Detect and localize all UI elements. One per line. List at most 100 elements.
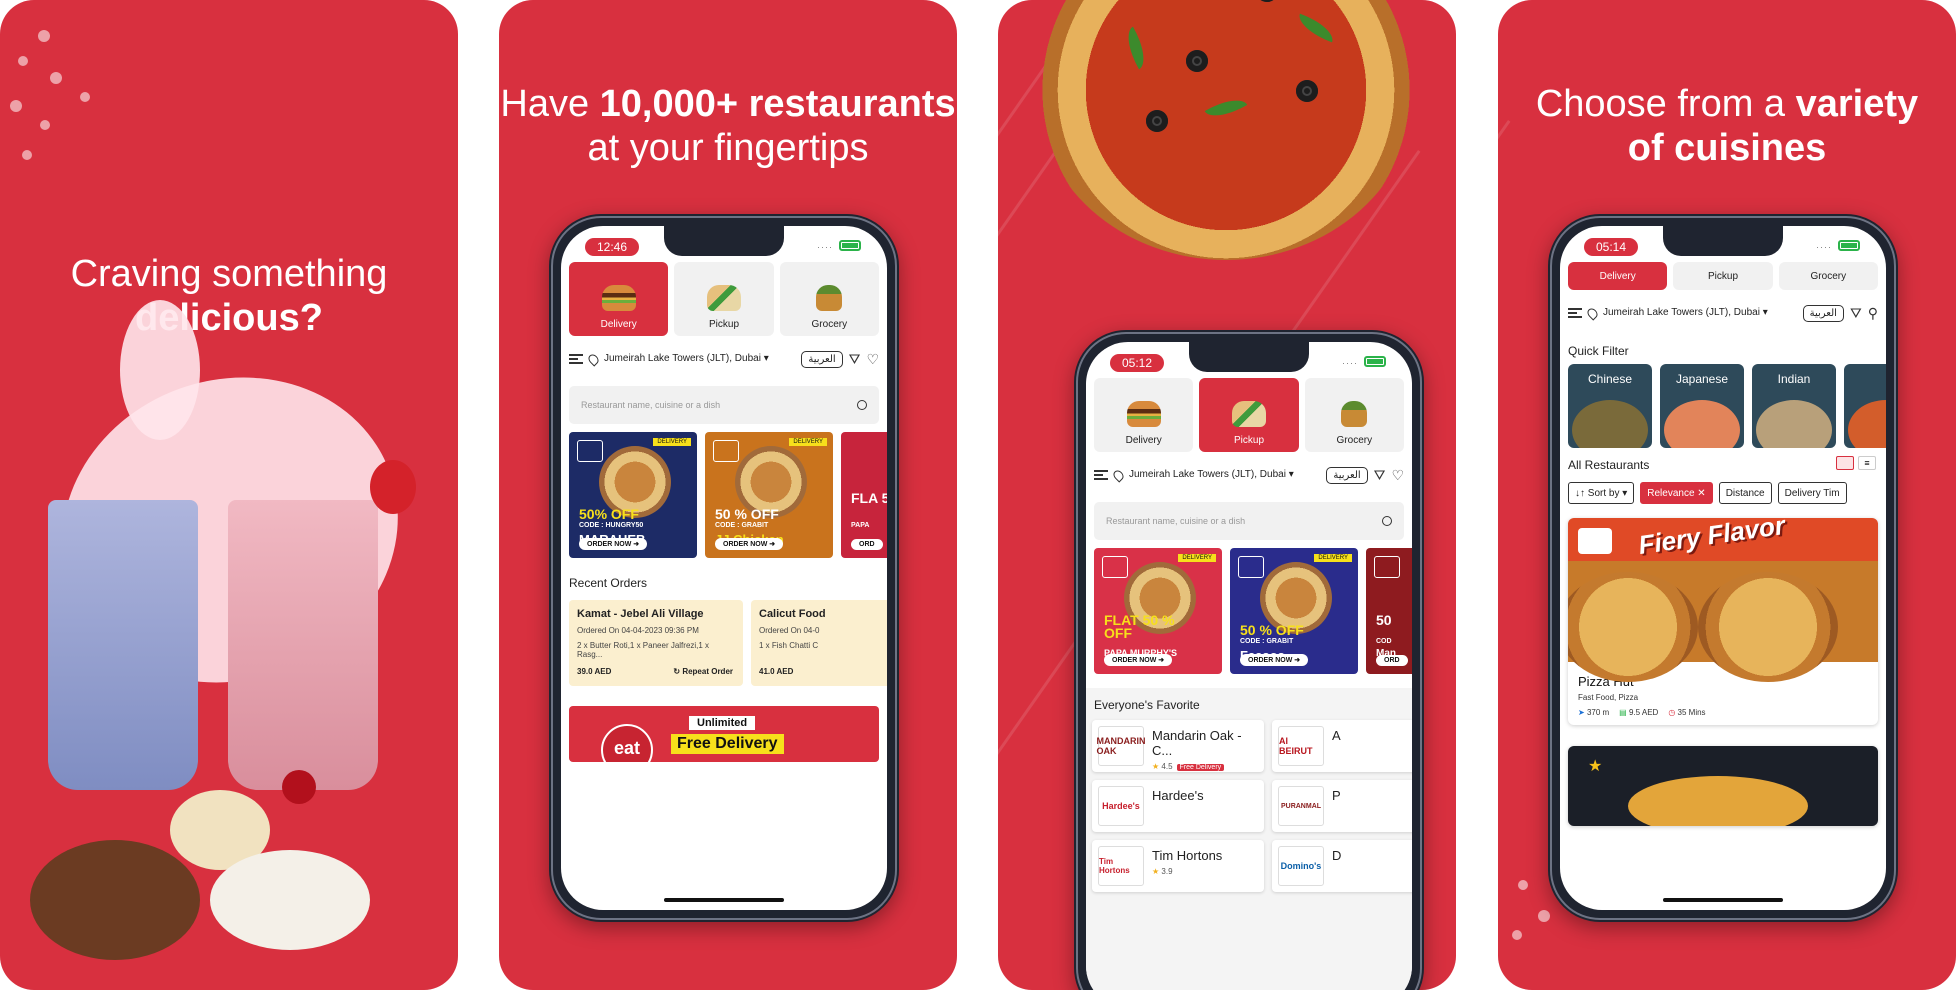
headline: Have 10,000+ restaurants at your fingert… (499, 82, 957, 170)
order-now-button[interactable]: ORDER NOW ➜ (715, 538, 784, 550)
menu-icon[interactable] (569, 354, 583, 364)
offer-text: 50 (1376, 612, 1392, 628)
tab-pickup[interactable]: Pickup (1199, 378, 1299, 452)
cherry-image (282, 770, 316, 804)
restaurant-image: Fiery Flavor (1568, 518, 1878, 682)
search-placeholder: Restaurant name, cuisine or a dish (581, 400, 721, 410)
olive-topping (1256, 0, 1278, 2)
language-button[interactable]: العربية (801, 350, 843, 368)
offer-banner[interactable]: DELIVERY FLAT 50 % OFF PAPA MURPHY'S ORDER … (1094, 548, 1222, 674)
restaurant-card[interactable]: Domino's D (1272, 840, 1412, 892)
star-logo-icon: ★ (1588, 758, 1603, 775)
location-selector[interactable]: Jumeirah Lake Towers (JLT), Dubai ▾ (604, 353, 795, 365)
restaurant-card[interactable]: Hardee's Hardee's (1092, 780, 1264, 832)
restaurant-card[interactable]: Tim Hortons Tim Hortons ★ 3.9 (1092, 840, 1264, 892)
app-screen: 05:12 ···· Delivery Pickup Grocery Jumei… (1086, 342, 1412, 990)
order-card[interactable]: Kamat - Jebel Ali Village Ordered On 04-0… (569, 600, 743, 686)
tab-delivery[interactable]: Delivery (1094, 378, 1194, 452)
free-delivery-banner[interactable]: eat easy Unlimited Free Delivery (569, 706, 879, 762)
decor-dot (1518, 880, 1528, 890)
offer-banner[interactable]: FLA 50 PAPA ORD (841, 432, 887, 558)
headline-highlight: variety (1795, 83, 1919, 125)
tab-pickup[interactable]: Pickup (1673, 262, 1773, 290)
location-selector[interactable]: Jumeirah Lake Towers (JLT), Dubai ▾ (1603, 307, 1797, 319)
tab-label: Delivery (1125, 435, 1162, 446)
basil-topping (1119, 26, 1153, 70)
battery-icon (1838, 240, 1860, 251)
order-now-button[interactable]: ORD (851, 539, 883, 550)
restaurant-card[interactable]: MANDARIN OAK Mandarin Oak - C... ★ 4.5 Free… (1092, 720, 1264, 772)
offer-banner[interactable]: DELIVERY50 % OFFCODE : GRABITFaasosORDER… (1230, 548, 1358, 674)
recent-orders-list: Kamat - Jebel Ali Village Ordered On 04-0… (569, 600, 887, 686)
cuisine-indian[interactable]: Indian (1752, 364, 1836, 448)
tab-grocery[interactable]: Grocery (1778, 262, 1878, 290)
restaurant-logo: Domino's (1278, 846, 1324, 886)
location-selector[interactable]: Jumeirah Lake Towers (JLT), Dubai ▾ (1129, 469, 1320, 481)
relevance-chip[interactable]: Relevance ✕ (1640, 482, 1713, 504)
filter-icon[interactable]: ⛛ (1850, 305, 1862, 322)
service-tabs: Delivery Pickup Grocery (1568, 262, 1878, 290)
cuisine-image (1664, 400, 1740, 448)
cuisine-image (1848, 400, 1886, 448)
filter-icon[interactable]: ⛛ (849, 351, 861, 368)
restaurant-card[interactable]: Fiery Flavor Pizza Hut Fast Food, Pizza … (1568, 518, 1878, 725)
strawberry-shake-image (228, 500, 378, 790)
headline-line-1: Craving something (70, 253, 388, 295)
offer-code: CODE : GRABIT (1240, 638, 1294, 645)
restaurant-logo (1374, 556, 1400, 578)
service-tabs: Delivery Pickup Grocery (569, 262, 879, 336)
tab-grocery[interactable]: Grocery (779, 262, 879, 336)
phone-mockup: 05:12 ···· Delivery Pickup Grocery Jumei… (1074, 330, 1424, 990)
distance-chip[interactable]: Distance (1718, 482, 1772, 504)
menu-icon[interactable] (1094, 470, 1108, 480)
filter-icon[interactable]: ⛛ (1374, 467, 1386, 484)
headline-line-2: of cuisines (1627, 127, 1827, 169)
restaurant-card[interactable]: ★ (1568, 746, 1878, 826)
home-indicator (664, 898, 784, 902)
order-card[interactable]: Calicut Food Ordered On 04-0 1 x Fish Chat… (751, 600, 887, 686)
card-view-icon[interactable] (1836, 456, 1854, 470)
restaurant-logo: Al BEIRUT (1278, 726, 1324, 766)
delivery-tag: DELIVERY (653, 438, 691, 446)
order-now-button[interactable]: ORD (1376, 655, 1408, 666)
list-view-icon[interactable]: ≡ (1858, 456, 1876, 470)
repeat-order-button[interactable]: ↻ Repeat Order (673, 667, 733, 676)
restaurant-card[interactable]: Al BEIRUT A (1272, 720, 1412, 772)
tab-delivery[interactable]: Delivery (1568, 262, 1668, 290)
restaurant-card[interactable]: PURANMAL P (1272, 780, 1412, 832)
sort-by-dropdown[interactable]: ↓↑ Sort by ▾ (1568, 482, 1635, 504)
cuisine-chinese[interactable]: Chinese (1568, 364, 1652, 448)
burger-icon (1126, 401, 1161, 427)
heart-icon[interactable]: ♡ (866, 351, 879, 368)
language-button[interactable]: العربية (1326, 466, 1368, 484)
order-now-button[interactable]: ORDER NOW ➜ (1104, 654, 1173, 666)
order-now-button[interactable]: ORDER NOW ➜ (1240, 654, 1309, 666)
olive-topping (1186, 50, 1208, 72)
offer-banner[interactable]: 50 COD Man ORD (1366, 548, 1412, 674)
heart-icon[interactable]: ♡ (1391, 467, 1404, 484)
offer-banner[interactable]: DELIVERY50 % OFFCODE : GRABITJJ ChickenO… (705, 432, 833, 558)
app-screen: 12:46 ···· Delivery Pickup Grocery Jumei… (561, 226, 887, 910)
delivery-time-chip[interactable]: Delivery Tim (1777, 482, 1847, 504)
cuisine-japanese[interactable]: Japanese (1660, 364, 1744, 448)
sandwich-icon (1231, 401, 1266, 427)
decor-dot (10, 100, 22, 112)
search-icon[interactable]: ⚲ (1868, 305, 1878, 322)
search-input[interactable]: Restaurant name, cuisine or a dish (1094, 502, 1404, 540)
order-title: Kamat - Jebel Ali Village (577, 608, 704, 620)
language-button[interactable]: العربية (1802, 304, 1844, 322)
banner-text: Fiery Flavor (1636, 518, 1787, 561)
cuisine-more[interactable] (1844, 364, 1886, 448)
menu-icon[interactable] (1568, 308, 1582, 318)
offer-banner[interactable]: DELIVERY50% OFFCODE : HUNGRY50MARAHEBORD… (569, 432, 697, 558)
decor-dot (1538, 910, 1550, 922)
pizza-image (1698, 572, 1838, 682)
offer-text: FLA 50 (851, 490, 887, 506)
tab-delivery[interactable]: Delivery (569, 262, 669, 336)
tab-grocery[interactable]: Grocery (1304, 378, 1404, 452)
grocery-icon (816, 285, 843, 311)
search-input[interactable]: Restaurant name, cuisine or a dish (569, 386, 879, 424)
offer-text: FLAT 50 % OFF (1104, 612, 1175, 641)
tab-pickup[interactable]: Pickup (674, 262, 774, 336)
order-now-button[interactable]: ORDER NOW ➜ (579, 538, 648, 550)
